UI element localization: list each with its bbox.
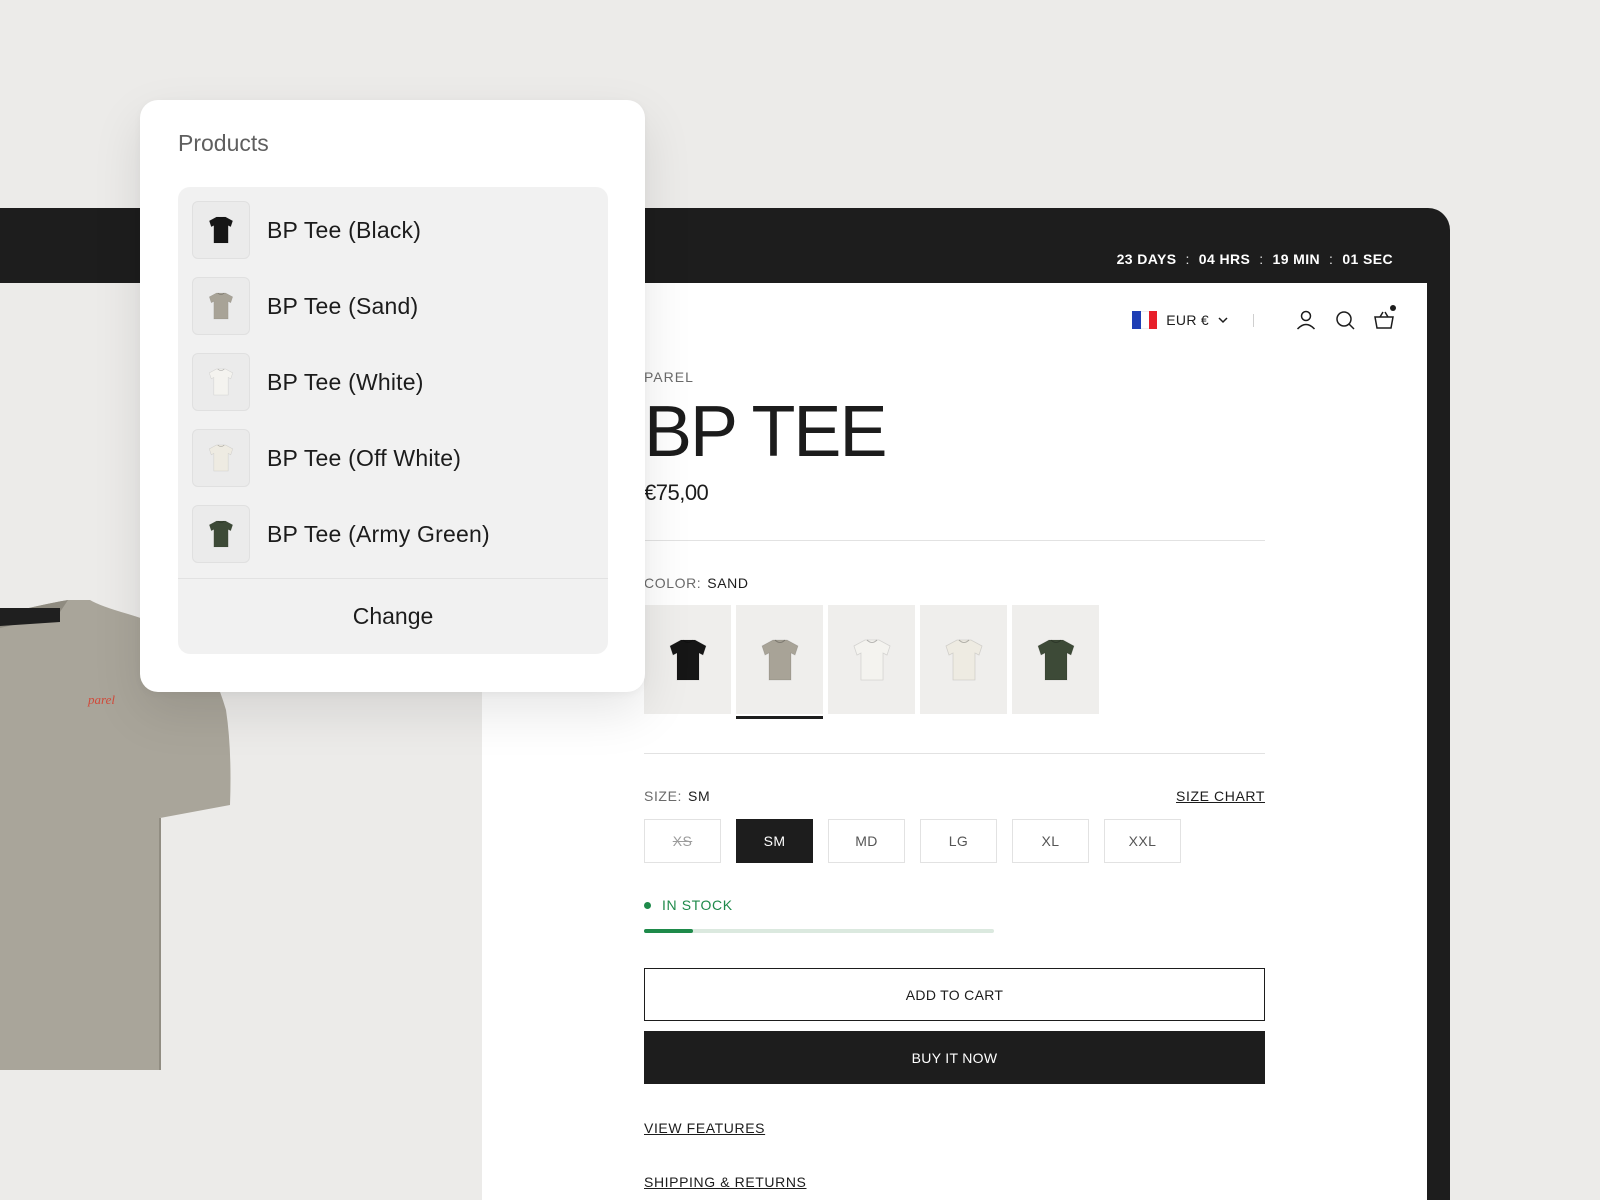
size-label: SIZE: [644, 788, 683, 804]
product-title: BP TEE [644, 392, 887, 472]
countdown-separator: : [1259, 251, 1264, 267]
tshirt-icon [1037, 639, 1074, 680]
product-item-label: BP Tee (White) [267, 368, 424, 395]
color-swatch-white[interactable] [828, 605, 915, 714]
product-item-label: BP Tee (Off White) [267, 444, 462, 471]
cart-icon [1374, 311, 1394, 329]
product-list-item[interactable]: BP Tee (Sand) [192, 277, 418, 335]
shirt-logo-text: parel [87, 692, 115, 707]
product-item-label: BP Tee (Army Green) [267, 520, 490, 547]
countdown-timer: 23 DAYS : 04 HRS : 19 MIN : 01 SEC [1117, 251, 1393, 267]
tshirt-icon [761, 639, 798, 680]
countdown-separator: : [1185, 251, 1190, 267]
countdown-seconds: 01 SEC [1342, 251, 1393, 267]
color-swatch-black[interactable] [644, 605, 731, 714]
color-swatch-off-white[interactable] [920, 605, 1007, 714]
product-thumbnail [192, 429, 250, 487]
size-option-xxl[interactable]: XXL [1104, 819, 1181, 863]
store-header-bar: EUR € [1132, 305, 1396, 331]
stock-level-bar [644, 929, 994, 933]
tshirt-icon [669, 639, 706, 680]
stock-dot-icon [644, 901, 651, 909]
color-swatch-sand[interactable] [736, 605, 823, 719]
buy-it-now-button[interactable]: BUY IT NOW [644, 1031, 1265, 1084]
tshirt-icon [208, 520, 234, 548]
products-popover: Products Change BP Tee (Black) BP Tee (Sa… [140, 100, 645, 692]
product-thumbnail [192, 353, 250, 411]
products-list: Change BP Tee (Black) BP Tee (Sand) BP Tee… [178, 187, 608, 654]
color-option-label: COLOR: SAND [644, 575, 749, 591]
size-option-lg[interactable]: LG [920, 819, 997, 863]
countdown-minutes: 19 MIN [1272, 251, 1321, 267]
product-list-item[interactable]: BP Tee (Off White) [192, 429, 461, 487]
product-thumbnail [192, 505, 250, 563]
size-value: SM [688, 788, 711, 804]
divider [644, 540, 1265, 541]
size-option-xl[interactable]: XL [1012, 819, 1089, 863]
header-divider [1253, 313, 1254, 327]
product-list-item[interactable]: BP Tee (Black) [192, 201, 421, 259]
product-vendor: PAREL [644, 369, 694, 385]
countdown-days: 23 DAYS [1116, 251, 1177, 267]
tshirt-icon [208, 444, 234, 472]
currency-selector[interactable]: EUR € [1166, 312, 1209, 328]
color-label: COLOR: [644, 575, 702, 591]
countdown-separator: : [1329, 251, 1334, 267]
chevron-down-icon[interactable] [1217, 314, 1229, 326]
cart-button[interactable] [1373, 305, 1396, 331]
account-icon[interactable] [1295, 309, 1317, 331]
product-list-item[interactable]: BP Tee (White) [192, 353, 424, 411]
color-swatches [644, 605, 1099, 719]
stock-label: IN STOCK [662, 897, 733, 913]
size-option-sm[interactable]: SM [736, 819, 813, 863]
size-chart-link[interactable]: SIZE CHART [1176, 788, 1265, 804]
product-item-label: BP Tee (Sand) [267, 292, 419, 319]
shipping-returns-link[interactable]: SHIPPING & RETURNS [644, 1174, 807, 1190]
size-options: XS SM MD LG XL XXL [644, 819, 1181, 863]
tshirt-icon [853, 639, 890, 680]
france-flag-icon [1132, 311, 1158, 329]
stock-status: IN STOCK [644, 897, 733, 913]
tshirt-icon [945, 639, 982, 680]
view-features-link[interactable]: VIEW FEATURES [644, 1120, 765, 1136]
tshirt-icon [208, 368, 234, 396]
product-item-label: BP Tee (Black) [267, 216, 422, 243]
stock-level-fill [644, 929, 693, 933]
product-thumbnail [192, 201, 250, 259]
popover-title: Products [178, 130, 269, 156]
color-swatch-army-green[interactable] [1012, 605, 1099, 714]
cart-badge [1390, 305, 1396, 311]
color-value: SAND [707, 575, 749, 591]
tshirt-icon [208, 292, 234, 320]
add-to-cart-button[interactable]: ADD TO CART [644, 968, 1265, 1021]
size-option-label: SIZE: SM [644, 788, 710, 804]
change-button[interactable]: Change [178, 579, 608, 654]
tshirt-icon [208, 216, 234, 244]
countdown-hours: 04 HRS [1198, 251, 1251, 267]
divider [644, 753, 1265, 754]
product-list-item[interactable]: BP Tee (Army Green) [192, 505, 490, 563]
size-option-xs[interactable]: XS [644, 819, 721, 863]
product-thumbnail [192, 277, 250, 335]
product-price: €75,00 [644, 480, 709, 505]
size-option-md[interactable]: MD [828, 819, 905, 863]
search-icon[interactable] [1334, 309, 1356, 331]
